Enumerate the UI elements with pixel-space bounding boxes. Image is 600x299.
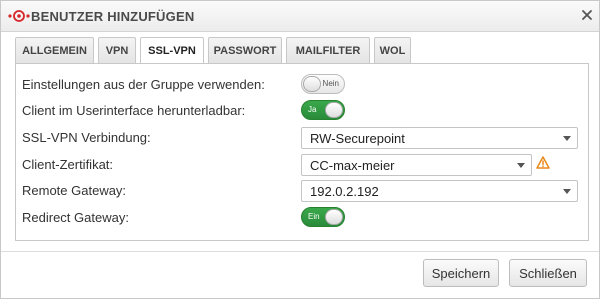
close-button[interactable]: Schließen [509, 259, 587, 287]
footer-divider [1, 251, 599, 252]
redirect-gateway-label: Redirect Gateway: [22, 210, 129, 225]
dialog-titlebar: BENUTZER HINZUFÜGEN [1, 1, 599, 32]
securepoint-logo-icon [8, 10, 30, 22]
client-certificate-label: Client-Zertifikat: [22, 157, 114, 172]
chevron-down-icon [517, 163, 525, 168]
tab-passwort[interactable]: PASSWORT [208, 37, 282, 63]
save-button[interactable]: Speichern [423, 259, 499, 287]
tab-vpn[interactable]: VPN [98, 37, 136, 63]
select-value: 192.0.2.192 [310, 184, 379, 199]
toggle-knob [325, 209, 343, 225]
toggle-knob [303, 76, 321, 92]
group-settings-label: Einstellungen aus der Gruppe verwenden: [22, 77, 265, 92]
add-user-dialog: BENUTZER HINZUFÜGEN ALLGEMEIN VPN SSL-VP… [0, 0, 600, 299]
redirect-gateway-toggle[interactable]: Ein [301, 207, 345, 227]
ssl-vpn-connection-label: SSL-VPN Verbindung: [22, 130, 151, 145]
dialog-title: BENUTZER HINZUFÜGEN [31, 9, 195, 24]
warning-icon [536, 156, 550, 169]
toggle-text: Ein [308, 212, 320, 221]
remote-gateway-select[interactable]: 192.0.2.192 [301, 180, 578, 202]
select-value: CC-max-meier [310, 158, 395, 173]
tab-allgemein[interactable]: ALLGEMEIN [15, 37, 94, 63]
chevron-down-icon [563, 189, 571, 194]
tab-mailfilter[interactable]: MAILFILTER [286, 37, 370, 63]
group-settings-toggle[interactable]: Nein [301, 74, 345, 94]
select-value: RW-Securepoint [310, 131, 405, 146]
toggle-text: Nein [322, 79, 339, 88]
client-download-label: Client im Userinterface herunterladbar: [22, 103, 246, 118]
toggle-knob [325, 102, 343, 118]
close-icon[interactable] [579, 7, 595, 23]
tab-wol[interactable]: WOL [374, 37, 411, 63]
ssl-vpn-connection-select[interactable]: RW-Securepoint [301, 127, 578, 149]
toggle-text: Ja [308, 105, 317, 114]
chevron-down-icon [563, 136, 571, 141]
client-certificate-select[interactable]: CC-max-meier [301, 154, 532, 176]
remote-gateway-label: Remote Gateway: [22, 183, 127, 198]
client-download-toggle[interactable]: Ja [301, 100, 345, 120]
tab-ssl-vpn[interactable]: SSL-VPN [140, 37, 204, 64]
